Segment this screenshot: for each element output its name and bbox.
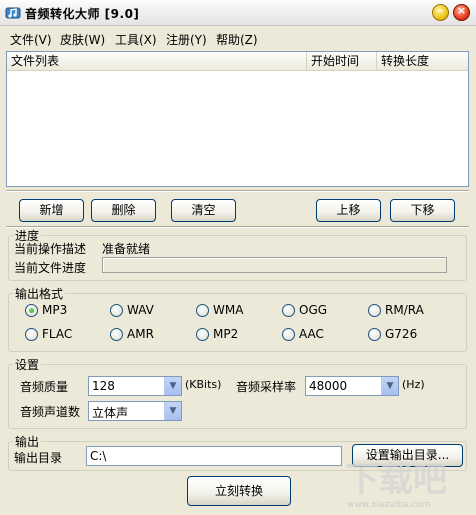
radio-button[interactable] — [368, 328, 381, 341]
chevron-down-icon[interactable]: ▼ — [164, 402, 181, 420]
operation-label: 当前操作描述 — [14, 242, 87, 256]
menu-file[interactable]: 文件(V) — [10, 31, 52, 48]
radio-button[interactable] — [282, 304, 295, 317]
menu-register[interactable]: 注册(Y) — [166, 31, 207, 48]
channel-select[interactable]: 立体声 ▼ — [88, 401, 182, 421]
radio-button[interactable] — [368, 304, 381, 317]
delete-button[interactable]: 删除 — [91, 199, 156, 222]
watermark-logo: 下载吧 www.xiazaiba.com — [345, 460, 447, 510]
quality-select[interactable]: 128 ▼ — [88, 376, 182, 396]
move-down-button[interactable]: 下移 — [390, 199, 455, 222]
radio-button[interactable] — [282, 328, 295, 341]
menu-tools[interactable]: 工具(X) — [115, 31, 157, 48]
samplerate-select[interactable]: 48000 ▼ — [305, 376, 399, 396]
menu-help[interactable]: 帮助(Z) — [216, 31, 258, 48]
file-progress-label: 当前文件进度 — [14, 261, 87, 275]
output-dir-label: 输出目录 — [14, 451, 63, 465]
output-format-legend: 输出格式 — [15, 287, 64, 301]
title-bar[interactable]: 音频转化大师 [9.0] – × — [0, 0, 476, 26]
close-button[interactable]: × — [453, 4, 470, 21]
radio-button[interactable] — [110, 304, 123, 317]
radio-button[interactable] — [25, 304, 38, 317]
channel-label: 音频声道数 — [20, 405, 81, 419]
output-format-group: 输出格式 — [8, 285, 467, 352]
radio-button[interactable] — [196, 328, 209, 341]
file-list[interactable]: 文件列表 开始时间 转换长度 — [6, 51, 469, 187]
column-file-list[interactable]: 文件列表 — [7, 52, 307, 70]
svg-text:下载吧: 下载吧 — [345, 460, 447, 500]
samplerate-unit: (Hz) — [402, 378, 425, 391]
window-title: 音频转化大师 [9.0] — [25, 7, 140, 21]
menu-bar: 文件(V) 皮肤(W) 工具(X) 注册(Y) 帮助(Z) — [0, 27, 476, 49]
column-convert-length[interactable]: 转换长度 — [377, 52, 468, 70]
move-up-button[interactable]: 上移 — [316, 199, 381, 222]
radio-button[interactable] — [110, 328, 123, 341]
minimize-button[interactable]: – — [432, 4, 449, 21]
divider — [6, 190, 469, 192]
output-dir-input[interactable]: C:\ — [86, 446, 342, 466]
quality-label: 音频质量 — [20, 380, 69, 394]
radio-button[interactable] — [196, 304, 209, 317]
chevron-down-icon[interactable]: ▼ — [381, 377, 398, 395]
operation-status: 准备就绪 — [102, 242, 151, 256]
file-list-header: 文件列表 开始时间 转换长度 — [7, 52, 468, 71]
svg-text:www.xiazaiba.com: www.xiazaiba.com — [347, 500, 431, 510]
settings-legend: 设置 — [15, 358, 40, 372]
quality-unit: (KBits) — [185, 378, 222, 391]
menu-skin[interactable]: 皮肤(W) — [60, 31, 105, 48]
add-button[interactable]: 新增 — [19, 199, 84, 222]
app-music-icon — [5, 7, 21, 19]
chevron-down-icon[interactable]: ▼ — [164, 377, 181, 395]
convert-now-button[interactable]: 立刻转换 — [187, 476, 291, 506]
clear-button[interactable]: 清空 — [171, 199, 236, 222]
file-progress-bar — [102, 257, 447, 273]
output-legend: 输出 — [15, 435, 40, 449]
radio-button[interactable] — [25, 328, 38, 341]
column-start-time[interactable]: 开始时间 — [307, 52, 377, 70]
samplerate-label: 音频采样率 — [236, 380, 297, 394]
